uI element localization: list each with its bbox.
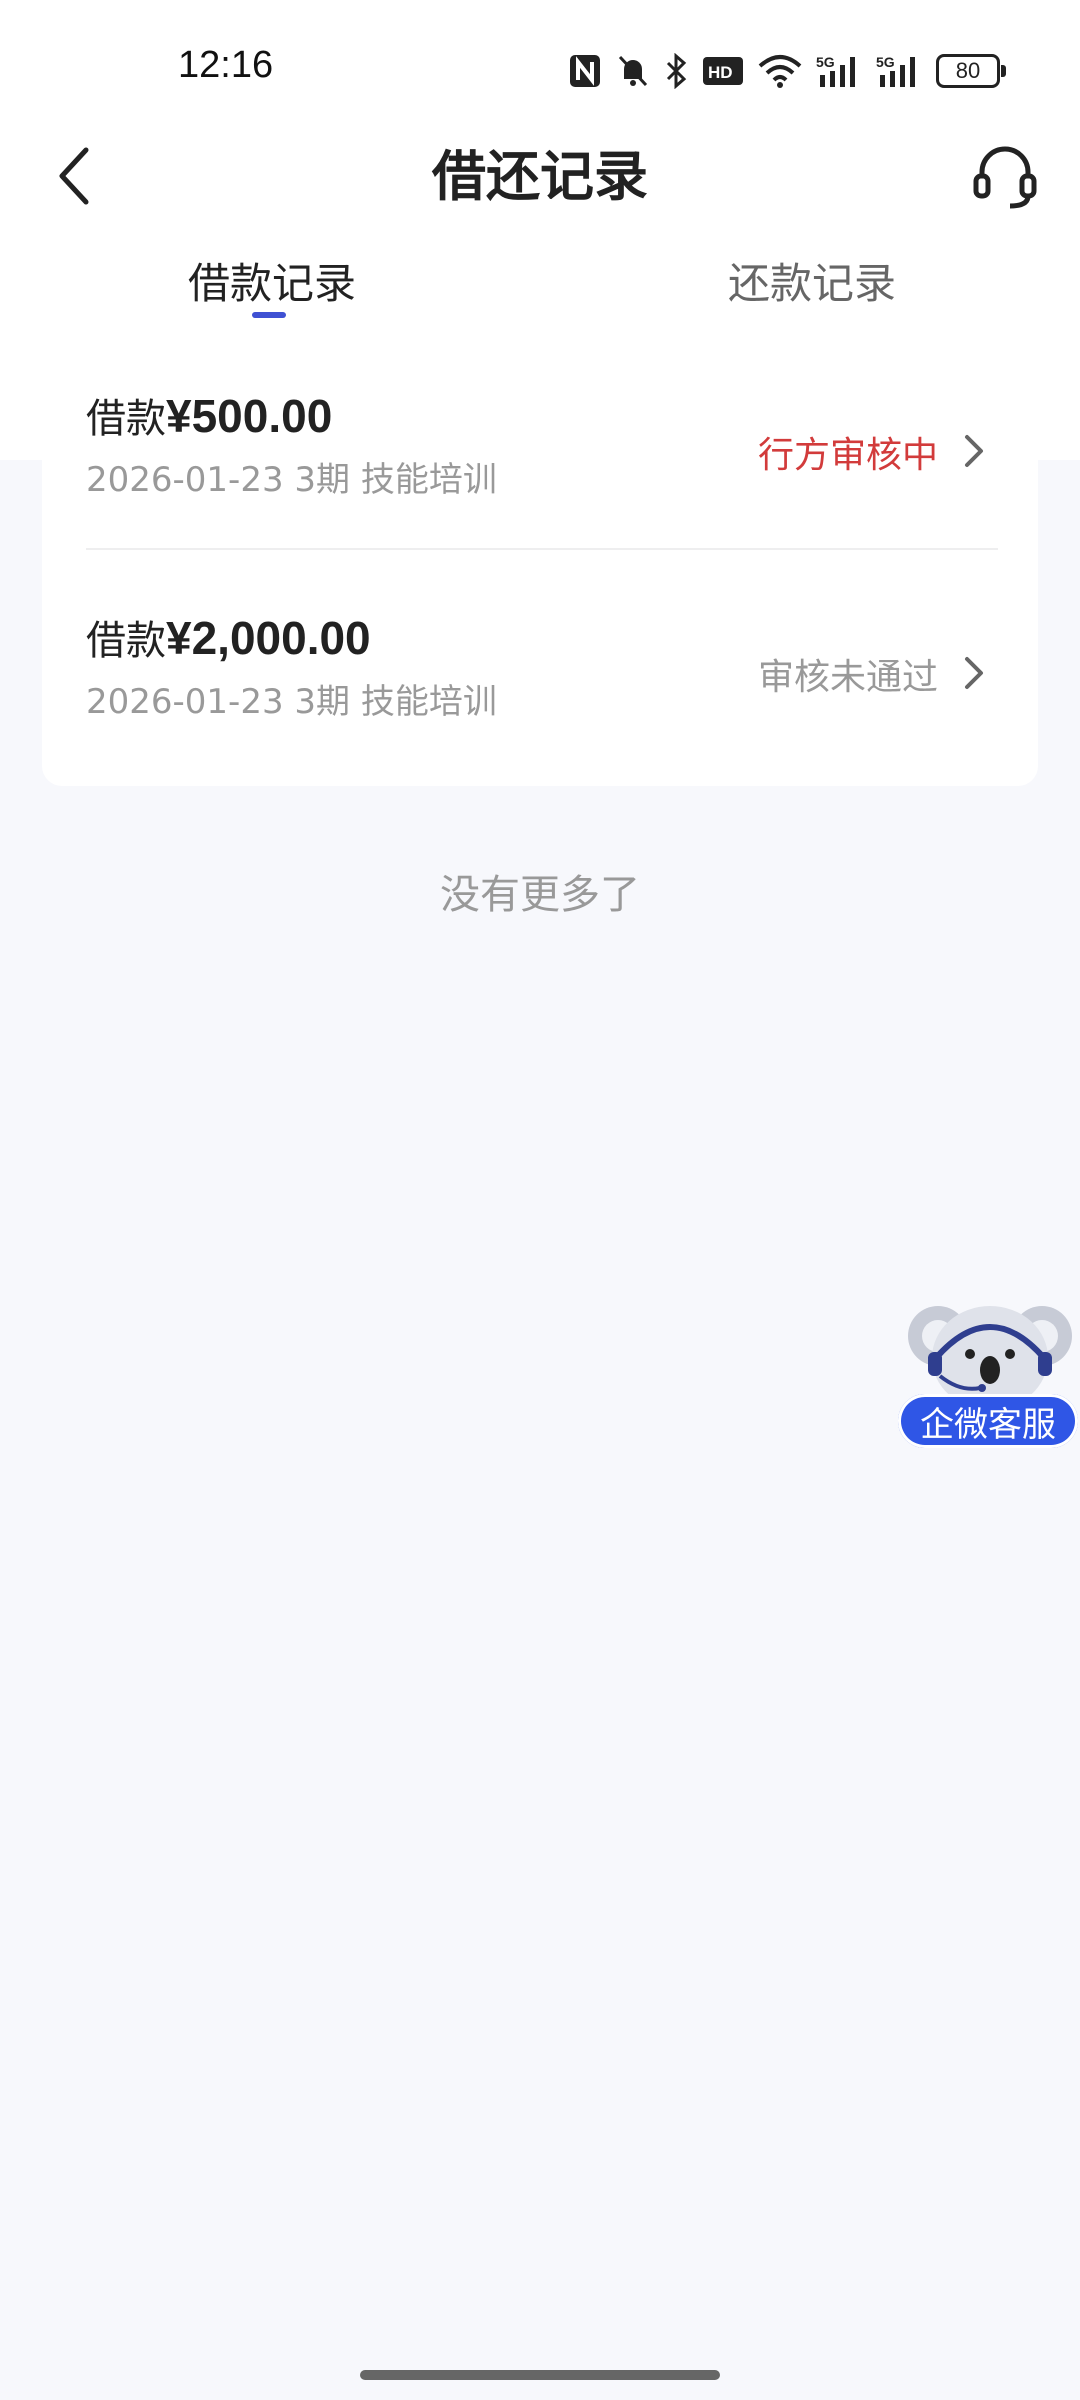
amount-value: ¥500.00 (166, 390, 333, 442)
loan-amount: 借款¥2,000.00 (86, 608, 371, 666)
battery-icon: 80 (936, 54, 1006, 88)
5g-signal-icon: 5G (816, 53, 862, 89)
loan-meta: 2026-01-23 3期 技能培训 (86, 674, 497, 723)
loan-date: 2026-01-23 (86, 460, 284, 500)
status-bar: 12:16 HD 5G 5G 80 (0, 0, 1080, 140)
tab-bar: 借款记录 还款记录 (0, 250, 1080, 320)
5g-signal-icon-2: 5G (876, 53, 922, 89)
silent-bell-icon (616, 53, 650, 89)
amount-prefix: 借款 (86, 396, 166, 442)
home-indicator[interactable] (360, 2370, 720, 2380)
wecom-service-button[interactable]: 企微客服 (898, 1394, 1078, 1448)
no-more-text: 没有更多了 (440, 872, 640, 918)
svg-text:HD: HD (708, 63, 733, 82)
list-item[interactable]: 借款¥500.00 2026-01-23 3期 技能培训 行方审核中 (42, 342, 1038, 562)
nfc-icon (568, 53, 602, 89)
bluetooth-icon (664, 53, 688, 89)
status-badge: 审核未通过 (757, 657, 938, 698)
svg-text:5G: 5G (876, 54, 895, 70)
loan-meta: 2026-01-23 3期 技能培训 (86, 452, 497, 501)
status-icons: HD 5G 5G 80 (568, 50, 1006, 92)
loan-purpose: 技能培训 (360, 682, 497, 722)
list-item[interactable]: 借款¥2,000.00 2026-01-23 3期 技能培训 审核未通过 (42, 564, 1038, 784)
hd-icon: HD (702, 56, 744, 86)
wifi-icon (758, 54, 802, 88)
status-badge: 行方审核中 (757, 435, 938, 476)
customer-service-button[interactable] (970, 140, 1040, 210)
records-list: 借款¥500.00 2026-01-23 3期 技能培训 行方审核中 借款¥2,… (42, 342, 1038, 786)
status-time: 12:16 (178, 44, 274, 86)
active-tab-indicator (252, 312, 286, 318)
loan-term: 3期 (294, 460, 351, 500)
tab-repay-records[interactable]: 还款记录 (728, 250, 896, 311)
chevron-right-icon (965, 657, 983, 689)
chevron-right-icon (965, 435, 983, 467)
amount-prefix: 借款 (86, 618, 166, 664)
loan-purpose: 技能培训 (360, 460, 497, 500)
loan-amount: 借款¥500.00 (86, 386, 332, 444)
headset-icon (973, 146, 1037, 209)
page-title: 借还记录 (432, 145, 648, 208)
divider (86, 548, 998, 550)
amount-value: ¥2,000.00 (166, 612, 371, 664)
loan-term: 3期 (294, 682, 351, 722)
tab-borrow-records[interactable]: 借款记录 (188, 250, 356, 311)
loan-date: 2026-01-23 (86, 682, 284, 722)
svg-text:5G: 5G (816, 54, 835, 70)
